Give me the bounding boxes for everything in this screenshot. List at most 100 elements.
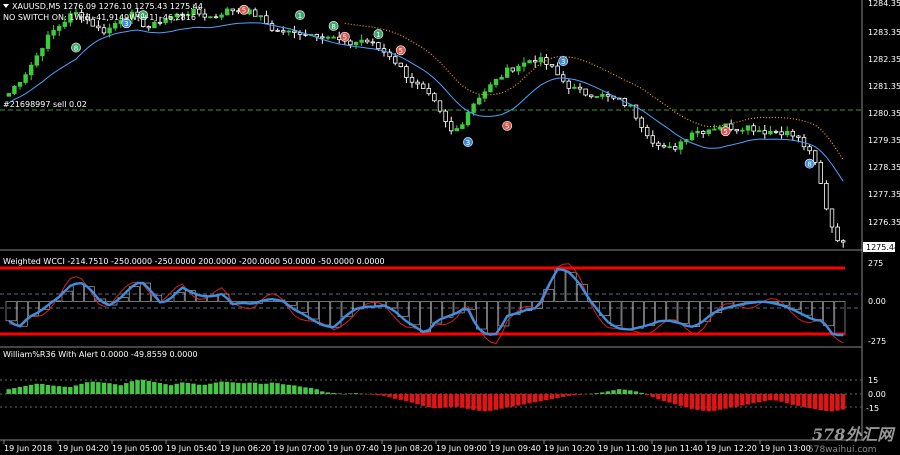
price-tick: 1282.35 [868, 55, 900, 64]
time-label: 19 Jun 13:00 [760, 444, 811, 453]
candle [813, 150, 818, 163]
wpr-bar [51, 385, 56, 394]
wpr-bar [723, 394, 728, 409]
wpr-bar [303, 387, 308, 394]
wpr-bar [152, 381, 157, 394]
wpr-bar [443, 394, 448, 408]
candle [28, 64, 34, 76]
wpr-bar [359, 393, 364, 395]
wpr-bar [387, 394, 392, 398]
wpr-bar [202, 384, 207, 394]
wpr-bar [622, 389, 627, 394]
time-label: 19 Jun 06:20 [220, 444, 271, 453]
candle [779, 131, 784, 136]
signal-marker-label: 8 [74, 44, 78, 52]
candle [62, 21, 67, 27]
wpr-bar [835, 394, 840, 411]
wpr-bar [415, 394, 420, 405]
time-label: 19 Jun 04:20 [58, 444, 109, 453]
candle [6, 93, 11, 97]
candle [600, 94, 605, 97]
candle [757, 130, 762, 133]
signal-marker-label: 5 [505, 123, 509, 131]
wpr-bar [661, 394, 667, 401]
signal-marker-label: 8 [807, 160, 811, 168]
candle [224, 8, 230, 16]
candle [415, 81, 420, 85]
candle [17, 82, 23, 87]
wpr-bar [633, 391, 639, 394]
wpr-bar [684, 394, 689, 408]
candle [146, 26, 151, 29]
wpr-bar [784, 394, 790, 404]
wpr-bar [628, 390, 633, 394]
candle [157, 21, 163, 24]
wpr-bar [174, 383, 179, 394]
candle [448, 121, 454, 132]
wpr-bar [376, 394, 381, 396]
candle [45, 34, 51, 49]
trading-chart[interactable]: 8315185 1535358 XAUUSD,M5 1276.09 1276.10… [0, 0, 900, 455]
wpr-bar [308, 387, 314, 394]
candle [348, 40, 353, 46]
price-tick: 1276.35 [868, 218, 900, 227]
wpr-bar [437, 394, 443, 409]
candle [275, 29, 280, 32]
candle [398, 62, 403, 67]
candle [476, 97, 482, 105]
current-price-label: 1275.44 [866, 243, 899, 252]
candle [101, 27, 107, 34]
wpr-bar [353, 393, 359, 394]
wpr-bar [219, 381, 224, 394]
candle [695, 130, 700, 134]
wpr-bar [264, 383, 269, 394]
wpr-bar [600, 392, 605, 394]
candle [202, 13, 207, 18]
candle [768, 130, 773, 135]
wpr-bar [163, 384, 168, 394]
candle [331, 36, 336, 39]
indicator-info: NO SWITCH ON: 1W[i] -41,9149W[i+1] -46,2… [3, 13, 196, 22]
candle [499, 76, 504, 80]
wpr-bar [796, 394, 801, 406]
wpr-bar [168, 385, 174, 394]
wpr-bar [247, 382, 252, 394]
candle [325, 36, 331, 39]
wpr-bar [555, 394, 560, 399]
wpr-bar [695, 394, 700, 410]
wpr-bar [409, 394, 415, 403]
wpr-bar [672, 394, 678, 405]
candle [538, 57, 543, 63]
time-label: 19 Jun 2018 [4, 444, 52, 453]
wpr-bar [6, 389, 11, 394]
candle [645, 127, 650, 137]
wpr-bar [476, 394, 482, 411]
wpr-bar [840, 394, 846, 410]
time-label: 19 Jun 12:20 [706, 444, 757, 453]
signal-marker-label: 5 [723, 128, 727, 136]
candle [40, 48, 45, 57]
candle [656, 142, 661, 146]
cci-tick: -275 [868, 337, 886, 346]
wpr-bar [258, 383, 263, 394]
candle [107, 27, 112, 34]
wpr-bar [140, 379, 146, 394]
cci-tick: 275 [868, 259, 883, 268]
candle [667, 146, 672, 149]
wpr-bar [499, 394, 504, 409]
wpr-bar [689, 394, 695, 409]
candle [359, 39, 364, 43]
wpr-bar [493, 394, 499, 410]
signal-marker-label: 1 [376, 31, 380, 39]
candle [465, 112, 471, 126]
wpr-bar [135, 380, 140, 394]
wpr-bar [432, 394, 437, 409]
candle [841, 240, 846, 243]
candle [796, 135, 801, 138]
candle [751, 125, 756, 132]
candle [583, 88, 588, 96]
candle [701, 130, 706, 134]
candle [790, 130, 795, 137]
wpr-bar [460, 394, 465, 408]
candle [605, 94, 611, 97]
